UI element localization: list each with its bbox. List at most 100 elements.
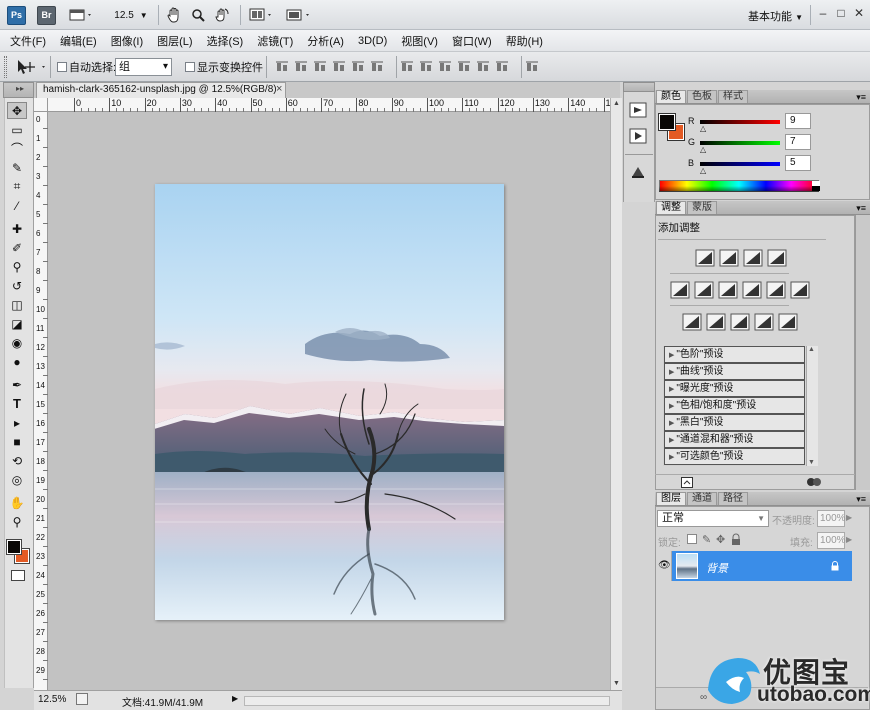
channel-mixer-adjustment-icon[interactable] (790, 281, 810, 299)
red-slider-handle[interactable]: △ (700, 124, 706, 133)
eyedropper-tool-icon[interactable]: ⁄ (7, 197, 27, 214)
lock-image-icon[interactable]: ✎ (702, 533, 711, 546)
menu-layer[interactable]: 图层(L) (150, 33, 199, 49)
close-button[interactable]: ✕ (852, 6, 866, 20)
menu-help[interactable]: 帮助(H) (499, 33, 550, 49)
menu-select[interactable]: 选择(S) (200, 33, 251, 49)
crop-tool-icon[interactable]: ⌗ (7, 178, 27, 195)
bridge-button[interactable]: Br (37, 6, 56, 25)
clip-to-layer-icon[interactable] (681, 477, 693, 488)
align-vcenter-icon[interactable] (294, 60, 308, 74)
tab-styles[interactable]: 样式 (718, 90, 748, 103)
status-info-icon[interactable] (76, 693, 88, 705)
zoom-tool-icon[interactable]: ⚲ (7, 513, 27, 530)
tab-swatches[interactable]: 色板 (687, 90, 717, 103)
preset-visibility-icon[interactable] (806, 476, 822, 488)
tab-layers[interactable]: 图层 (656, 492, 686, 505)
green-slider[interactable] (700, 141, 780, 145)
menu-3d[interactable]: 3D(D) (351, 35, 394, 47)
tab-channels[interactable]: 通道 (687, 492, 717, 505)
distribute-hcenter-icon[interactable] (476, 60, 490, 74)
blue-slider[interactable] (700, 162, 780, 166)
curves-adjustment-icon[interactable] (743, 249, 763, 267)
horizontal-ruler[interactable]: 0102030405060708090100110120130140150 (48, 98, 633, 112)
align-left-icon[interactable] (332, 60, 346, 74)
tool-presets-button[interactable] (629, 164, 647, 180)
hue-saturation-adjustment-icon[interactable] (694, 281, 714, 299)
rotate-view-button[interactable] (212, 5, 232, 25)
arrange-documents-button[interactable] (248, 5, 276, 25)
tool-preset-picker[interactable] (14, 58, 48, 76)
menu-window[interactable]: 窗口(W) (445, 33, 499, 49)
green-value-field[interactable]: 7 (785, 134, 811, 150)
zoom-tool-button[interactable] (188, 5, 208, 25)
red-slider[interactable] (700, 120, 780, 124)
preset-item[interactable]: ▶ "黑白"预设 (664, 414, 805, 431)
zoom-level-select[interactable]: 12.5 ▼ (112, 5, 150, 25)
blue-value-field[interactable]: 5 (785, 155, 811, 171)
show-transform-checkbox[interactable] (185, 62, 195, 72)
black-white-adjustment-icon[interactable] (742, 281, 762, 299)
blend-mode-dropdown[interactable]: 正常 ▼ (657, 510, 769, 527)
pen-tool-icon[interactable]: ✒ (7, 376, 27, 393)
rectangle-tool-icon[interactable]: ■ (7, 433, 27, 450)
healing-brush-tool-icon[interactable]: ✚ (7, 220, 27, 237)
opacity-field[interactable]: 100% (817, 510, 846, 527)
brush-tool-icon[interactable]: ✐ (7, 239, 27, 256)
threshold-adjustment-icon[interactable] (730, 313, 750, 331)
lock-all-icon[interactable] (731, 533, 741, 545)
distribute-top-icon[interactable] (400, 60, 414, 74)
adjustments-panel-menu-icon[interactable]: ▾≡ (856, 202, 866, 214)
exposure-adjustment-icon[interactable] (767, 249, 787, 267)
distribute-vcenter-icon[interactable] (419, 60, 433, 74)
tab-masks[interactable]: 蒙版 (687, 201, 717, 214)
menu-edit[interactable]: 编辑(E) (53, 33, 104, 49)
foreground-color-swatch[interactable] (658, 113, 676, 131)
presets-scroll-up[interactable]: ▲ (808, 346, 815, 353)
auto-select-checkbox[interactable] (57, 62, 67, 72)
invert-adjustment-icon[interactable] (682, 313, 702, 331)
tab-color[interactable]: 颜色 (656, 90, 686, 103)
fill-field[interactable]: 100% (817, 532, 846, 549)
hand-tool-icon[interactable]: ✋ (7, 494, 27, 511)
distribute-bottom-icon[interactable] (438, 60, 452, 74)
menu-filter[interactable]: 滤镜(T) (250, 33, 300, 49)
presets-scrollbar[interactable]: ▲ ▼ (806, 346, 818, 466)
document-tab[interactable]: hamish-clark-365162-unsplash.jpg @ 12.5%… (36, 82, 286, 98)
preset-item[interactable]: ▶ "色相/饱和度"预设 (664, 397, 805, 414)
preset-item[interactable]: ▶ "通道混和器"预设 (664, 431, 805, 448)
presets-scroll-down[interactable]: ▼ (808, 459, 815, 466)
tab-paths[interactable]: 路径 (718, 492, 748, 505)
paint-bucket-tool-icon[interactable]: ◪ (7, 315, 27, 332)
menu-image[interactable]: 图像(I) (104, 33, 150, 49)
preset-item[interactable]: ▶ "曲线"预设 (664, 363, 805, 380)
3d-orbit-tool-icon[interactable]: ◎ (7, 471, 27, 488)
distribute-left-icon[interactable] (457, 60, 471, 74)
history-panel-button[interactable] (629, 102, 647, 118)
distribute-right-icon[interactable] (495, 60, 509, 74)
auto-align-icon[interactable] (525, 60, 539, 74)
photo-filter-adjustment-icon[interactable] (766, 281, 786, 299)
blue-slider-handle[interactable]: △ (700, 166, 706, 175)
actions-panel-button[interactable] (629, 128, 647, 144)
gradient-map-adjustment-icon[interactable] (754, 313, 774, 331)
blur-tool-icon[interactable]: ◉ (7, 334, 27, 351)
status-zoom[interactable]: 12.5% (38, 694, 66, 705)
fill-arrow[interactable]: ▶ (846, 535, 852, 544)
preset-item[interactable]: ▶ "曝光度"预设 (664, 380, 805, 397)
screen-mode-button[interactable] (284, 5, 314, 25)
ruler-origin[interactable] (34, 98, 48, 112)
vertical-scrollbar[interactable]: ▲ ▼ (610, 98, 622, 690)
document-image[interactable] (155, 184, 504, 620)
vibrance-adjustment-icon[interactable] (670, 281, 690, 299)
scroll-down-arrow[interactable]: ▼ (612, 678, 621, 690)
align-right-icon[interactable] (370, 60, 384, 74)
layer-name[interactable]: 背景 (706, 560, 728, 576)
toolbox-foreground-color[interactable] (6, 539, 22, 555)
status-menu-arrow[interactable]: ▶ (232, 694, 238, 703)
minimize-button[interactable]: – (816, 6, 830, 20)
dodge-tool-icon[interactable]: ● (7, 353, 27, 370)
3d-rotate-tool-icon[interactable]: ⟲ (7, 452, 27, 469)
quick-mask-icon[interactable] (11, 570, 25, 581)
clone-stamp-tool-icon[interactable]: ⚲ (7, 258, 27, 275)
